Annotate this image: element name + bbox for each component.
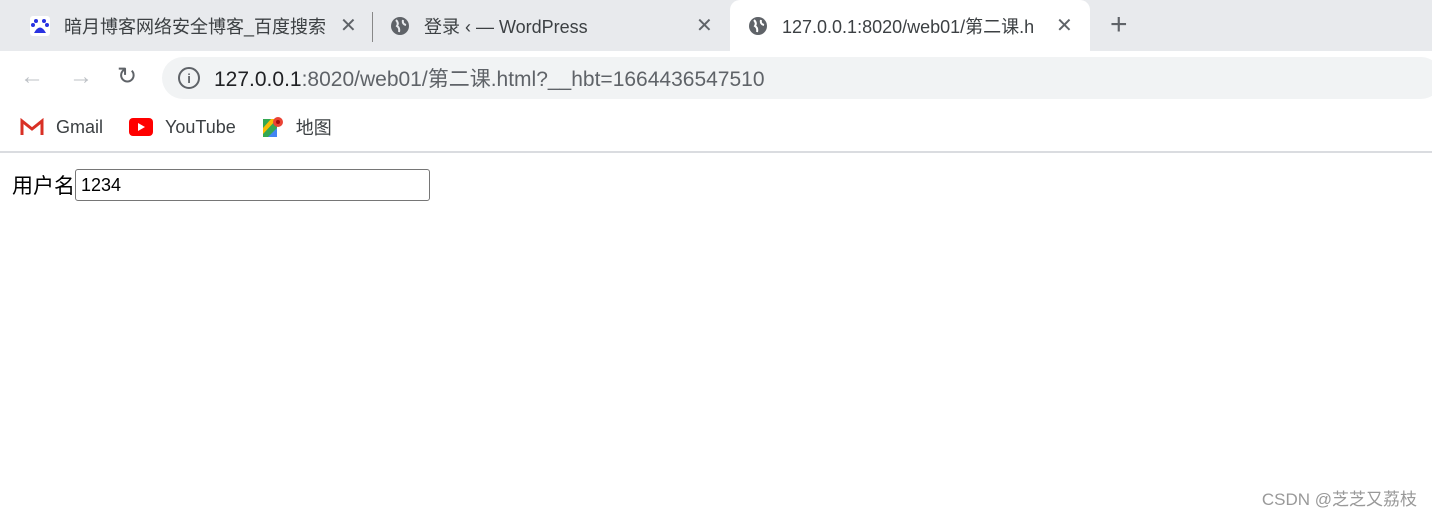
url-path: :8020/web01/第二课.html?__hbt=1664436547510 (301, 68, 765, 91)
page-content: 用户名 (12, 169, 430, 201)
close-tab-icon[interactable]: ✕ (1056, 13, 1073, 38)
info-icon[interactable]: i (178, 67, 200, 89)
username-label: 用户名 (12, 175, 75, 198)
baidu-icon (30, 15, 50, 36)
bookmark-label: Gmail (56, 116, 104, 137)
tab-separator (372, 12, 373, 42)
tab-title: 127.0.0.1:8020/web01/第二课.h (782, 16, 1035, 37)
tab-current-page[interactable]: 127.0.0.1:8020/web01/第二课.h ✕ (730, 0, 1090, 51)
forward-button[interactable]: → (69, 63, 93, 91)
watermark: CSDN @芝芝又荔枝 (1261, 490, 1417, 509)
bookmark-youtube[interactable]: YouTube (129, 117, 236, 138)
toolbar: ← → ↻ i 127.0.0.1:8020/web01/第二课.html?__… (0, 51, 1432, 103)
reload-button[interactable]: ↻ (117, 63, 137, 91)
bookmark-maps[interactable]: 地图 (262, 114, 332, 140)
url-text[interactable]: 127.0.0.1:8020/web01/第二课.html?__hbt=1664… (214, 63, 765, 93)
globe-icon (390, 16, 410, 36)
globe-icon (748, 16, 768, 36)
close-tab-icon[interactable]: ✕ (340, 13, 357, 38)
back-button[interactable]: ← (20, 63, 44, 91)
username-input[interactable] (75, 169, 430, 201)
tab-title: 暗月博客网络安全博客_百度搜索 (64, 16, 327, 37)
bookmarks-bar: Gmail YouTube 地图 (0, 103, 1432, 153)
youtube-icon (129, 118, 154, 136)
maps-icon (262, 116, 284, 138)
gmail-icon (20, 118, 44, 136)
tab-baidu-search[interactable]: 暗月博客网络安全博客_百度搜索 ✕ (30, 0, 370, 51)
address-bar[interactable]: i 127.0.0.1:8020/web01/第二课.html?__hbt=16… (162, 57, 1432, 99)
close-tab-icon[interactable]: ✕ (696, 13, 713, 38)
bookmark-label: 地图 (295, 118, 332, 138)
url-host: 127.0.0.1 (214, 68, 302, 91)
bookmark-gmail[interactable]: Gmail (20, 117, 103, 138)
tab-bar: 暗月博客网络安全博客_百度搜索 ✕ 登录 ‹ — WordPress ✕ 127… (0, 0, 1432, 51)
new-tab-button[interactable]: + (1110, 10, 1128, 40)
tab-wordpress-login[interactable]: 登录 ‹ — WordPress ✕ (390, 0, 730, 51)
tab-title: 登录 ‹ — WordPress (424, 16, 588, 37)
bookmark-label: YouTube (165, 116, 236, 137)
